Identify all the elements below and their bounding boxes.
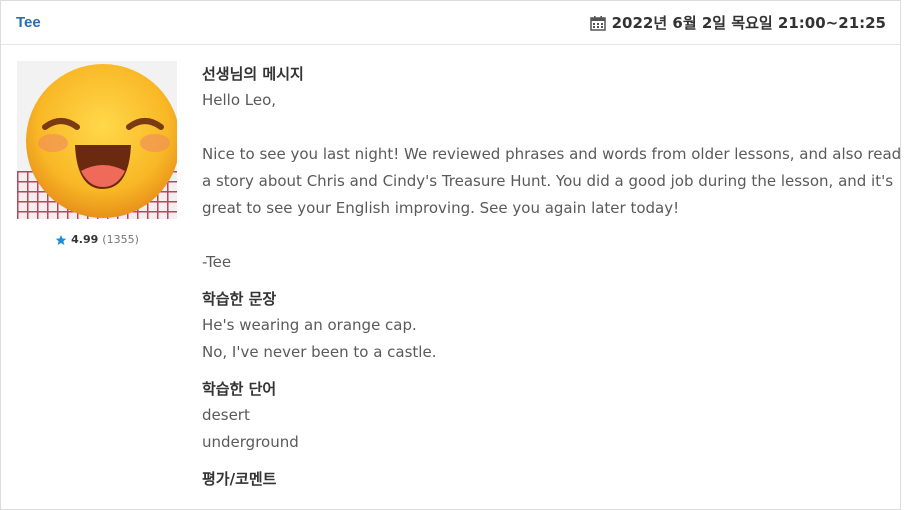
sentence-item: He's wearing an orange cap. <box>202 316 417 334</box>
message-body-line: great to see your English improving. See… <box>202 199 680 217</box>
schedule-text: 2022년 6월 2일 목요일 21:00~21:25 <box>611 14 886 32</box>
evaluation-section: 평가/코멘트 <box>202 466 892 492</box>
teacher-name-link[interactable]: Tee <box>16 14 41 31</box>
sentences-title: 학습한 문장 <box>202 290 277 308</box>
word-item: desert <box>202 406 250 424</box>
rating-count: (1355) <box>102 233 139 246</box>
message-body-line: Nice to see you last night! We reviewed … <box>202 145 902 163</box>
lesson-schedule: 2022년 6월 2일 목요일 21:00~21:25 <box>589 12 886 33</box>
lesson-content: 선생님의 메시지 Hello Leo, Nice to see you last… <box>202 61 902 492</box>
sentence-item: No, I've never been to a castle. <box>202 343 437 361</box>
calendar-icon <box>589 15 606 31</box>
word-item: underground <box>202 433 299 451</box>
message-signoff: -Tee <box>202 253 232 271</box>
message-title: 선생님의 메시지 <box>202 65 304 83</box>
star-icon <box>55 234 67 246</box>
rating-score: 4.99 <box>71 233 99 246</box>
teacher-rating: 4.99 (1355) <box>17 233 177 246</box>
evaluation-title: 평가/코멘트 <box>202 470 277 488</box>
teacher-profile: 4.99 (1355) <box>17 61 177 246</box>
message-body-line: a story about Chris and Cindy's Treasure… <box>202 172 894 190</box>
teacher-avatar[interactable] <box>17 61 177 219</box>
lesson-body: 4.99 (1355) 선생님의 메시지 Hello Leo, Nice to … <box>1 45 902 510</box>
message-greeting: Hello Leo, <box>202 91 277 109</box>
sentences-section: 학습한 문장 He's wearing an orange cap. No, I… <box>202 286 892 366</box>
lesson-card: Tee 2022년 6월 2일 목요일 21:00~21:25 4.99 (13… <box>0 0 901 510</box>
lesson-header: Tee 2022년 6월 2일 목요일 21:00~21:25 <box>1 1 900 45</box>
words-section: 학습한 단어 desert underground <box>202 376 892 456</box>
words-title: 학습한 단어 <box>202 380 277 398</box>
